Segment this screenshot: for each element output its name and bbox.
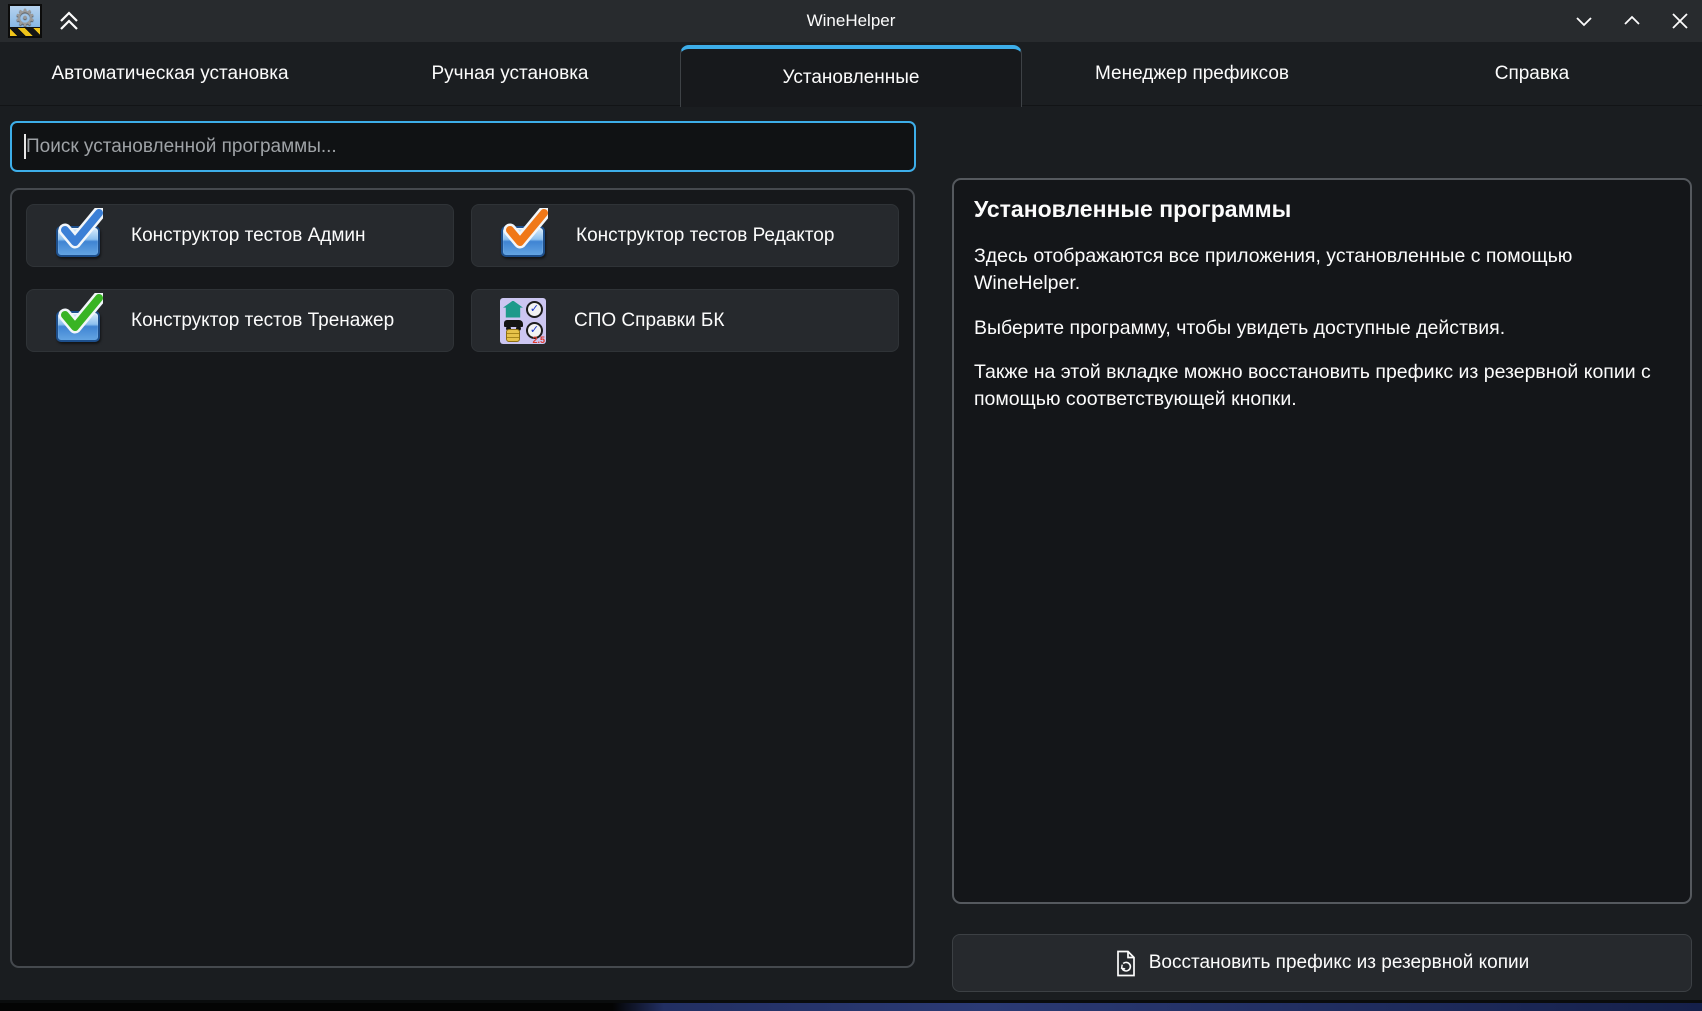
search-input[interactable]	[10, 121, 916, 172]
tab-help[interactable]: Справка	[1362, 42, 1702, 105]
checkbox-orange-icon	[500, 212, 548, 260]
window-controls	[1572, 0, 1692, 42]
clock-check-icon: ✓	[526, 301, 543, 318]
program-label: Конструктор тестов Редактор	[576, 225, 834, 247]
checkbox-green-icon	[55, 297, 103, 345]
close-button[interactable]	[1668, 9, 1692, 33]
tab-label: Установленные	[783, 67, 920, 89]
spo-spravki-bk-icon: ✓ ✓ 2.5	[500, 298, 546, 344]
window-title: WineHelper	[0, 11, 1702, 31]
titlebar: ⚙ WineHelper	[0, 0, 1702, 42]
tab-auto-install[interactable]: Автоматическая установка	[0, 42, 340, 105]
program-label: Конструктор тестов Админ	[131, 225, 366, 247]
info-paragraph: Выберите программу, чтобы увидеть доступ…	[974, 315, 1670, 342]
winehelper-window: ⚙ WineHelper Автоматическая установка Ру…	[0, 0, 1702, 1011]
house-icon	[503, 301, 523, 318]
program-label: СПО Справки БК	[574, 310, 724, 332]
version-badge: 2.5	[532, 335, 545, 344]
shade-button[interactable]	[52, 4, 86, 38]
tab-label: Менеджер префиксов	[1095, 63, 1289, 85]
tab-label: Ручная установка	[432, 63, 589, 85]
restore-prefix-button[interactable]: Восстановить префикс из резервной копии	[952, 934, 1692, 992]
info-panel-title: Установленные программы	[974, 196, 1670, 223]
tab-prefix-manager[interactable]: Менеджер префиксов	[1022, 42, 1362, 105]
minimize-button[interactable]	[1572, 9, 1596, 33]
program-button-konstruktor-trenazher[interactable]: Конструктор тестов Тренажер	[26, 289, 454, 352]
info-paragraph: Здесь отображаются все приложения, устан…	[974, 243, 1670, 298]
tab-label: Справка	[1495, 63, 1570, 85]
info-paragraph: Также на этой вкладке можно восстановить…	[974, 359, 1670, 414]
tab-bar: Автоматическая установка Ручная установк…	[0, 42, 1702, 106]
program-button-spo-spravki-bk[interactable]: ✓ ✓ 2.5 СПО Справки БК	[471, 289, 899, 352]
maximize-button[interactable]	[1620, 9, 1644, 33]
x-icon	[1669, 10, 1691, 32]
search-field-wrap	[10, 121, 916, 172]
tab-installed[interactable]: Установленные	[680, 45, 1022, 107]
chevron-up-icon	[1620, 9, 1644, 33]
coins-icon	[506, 329, 520, 342]
program-button-konstruktor-redaktor[interactable]: Конструктор тестов Редактор	[471, 204, 899, 267]
installed-programs-panel: Конструктор тестов Админ Конструктор тес…	[10, 188, 915, 968]
checkbox-blue-icon	[55, 212, 103, 260]
tab-manual-install[interactable]: Ручная установка	[340, 42, 680, 105]
desktop-strip	[0, 1003, 1702, 1011]
program-label: Конструктор тестов Тренажер	[131, 310, 394, 332]
program-button-konstruktor-admin[interactable]: Конструктор тестов Админ	[26, 204, 454, 267]
info-panel: Установленные программы Здесь отображают…	[952, 178, 1692, 904]
double-chevron-up-icon	[57, 9, 81, 33]
chevron-down-icon	[1572, 9, 1596, 33]
restore-button-label: Восстановить префикс из резервной копии	[1149, 952, 1530, 974]
hazard-stripes	[10, 27, 40, 36]
app-menu-icon[interactable]: ⚙	[8, 4, 42, 38]
text-caret	[24, 134, 26, 159]
restore-document-icon	[1115, 950, 1137, 977]
tab-label: Автоматическая установка	[51, 63, 288, 85]
